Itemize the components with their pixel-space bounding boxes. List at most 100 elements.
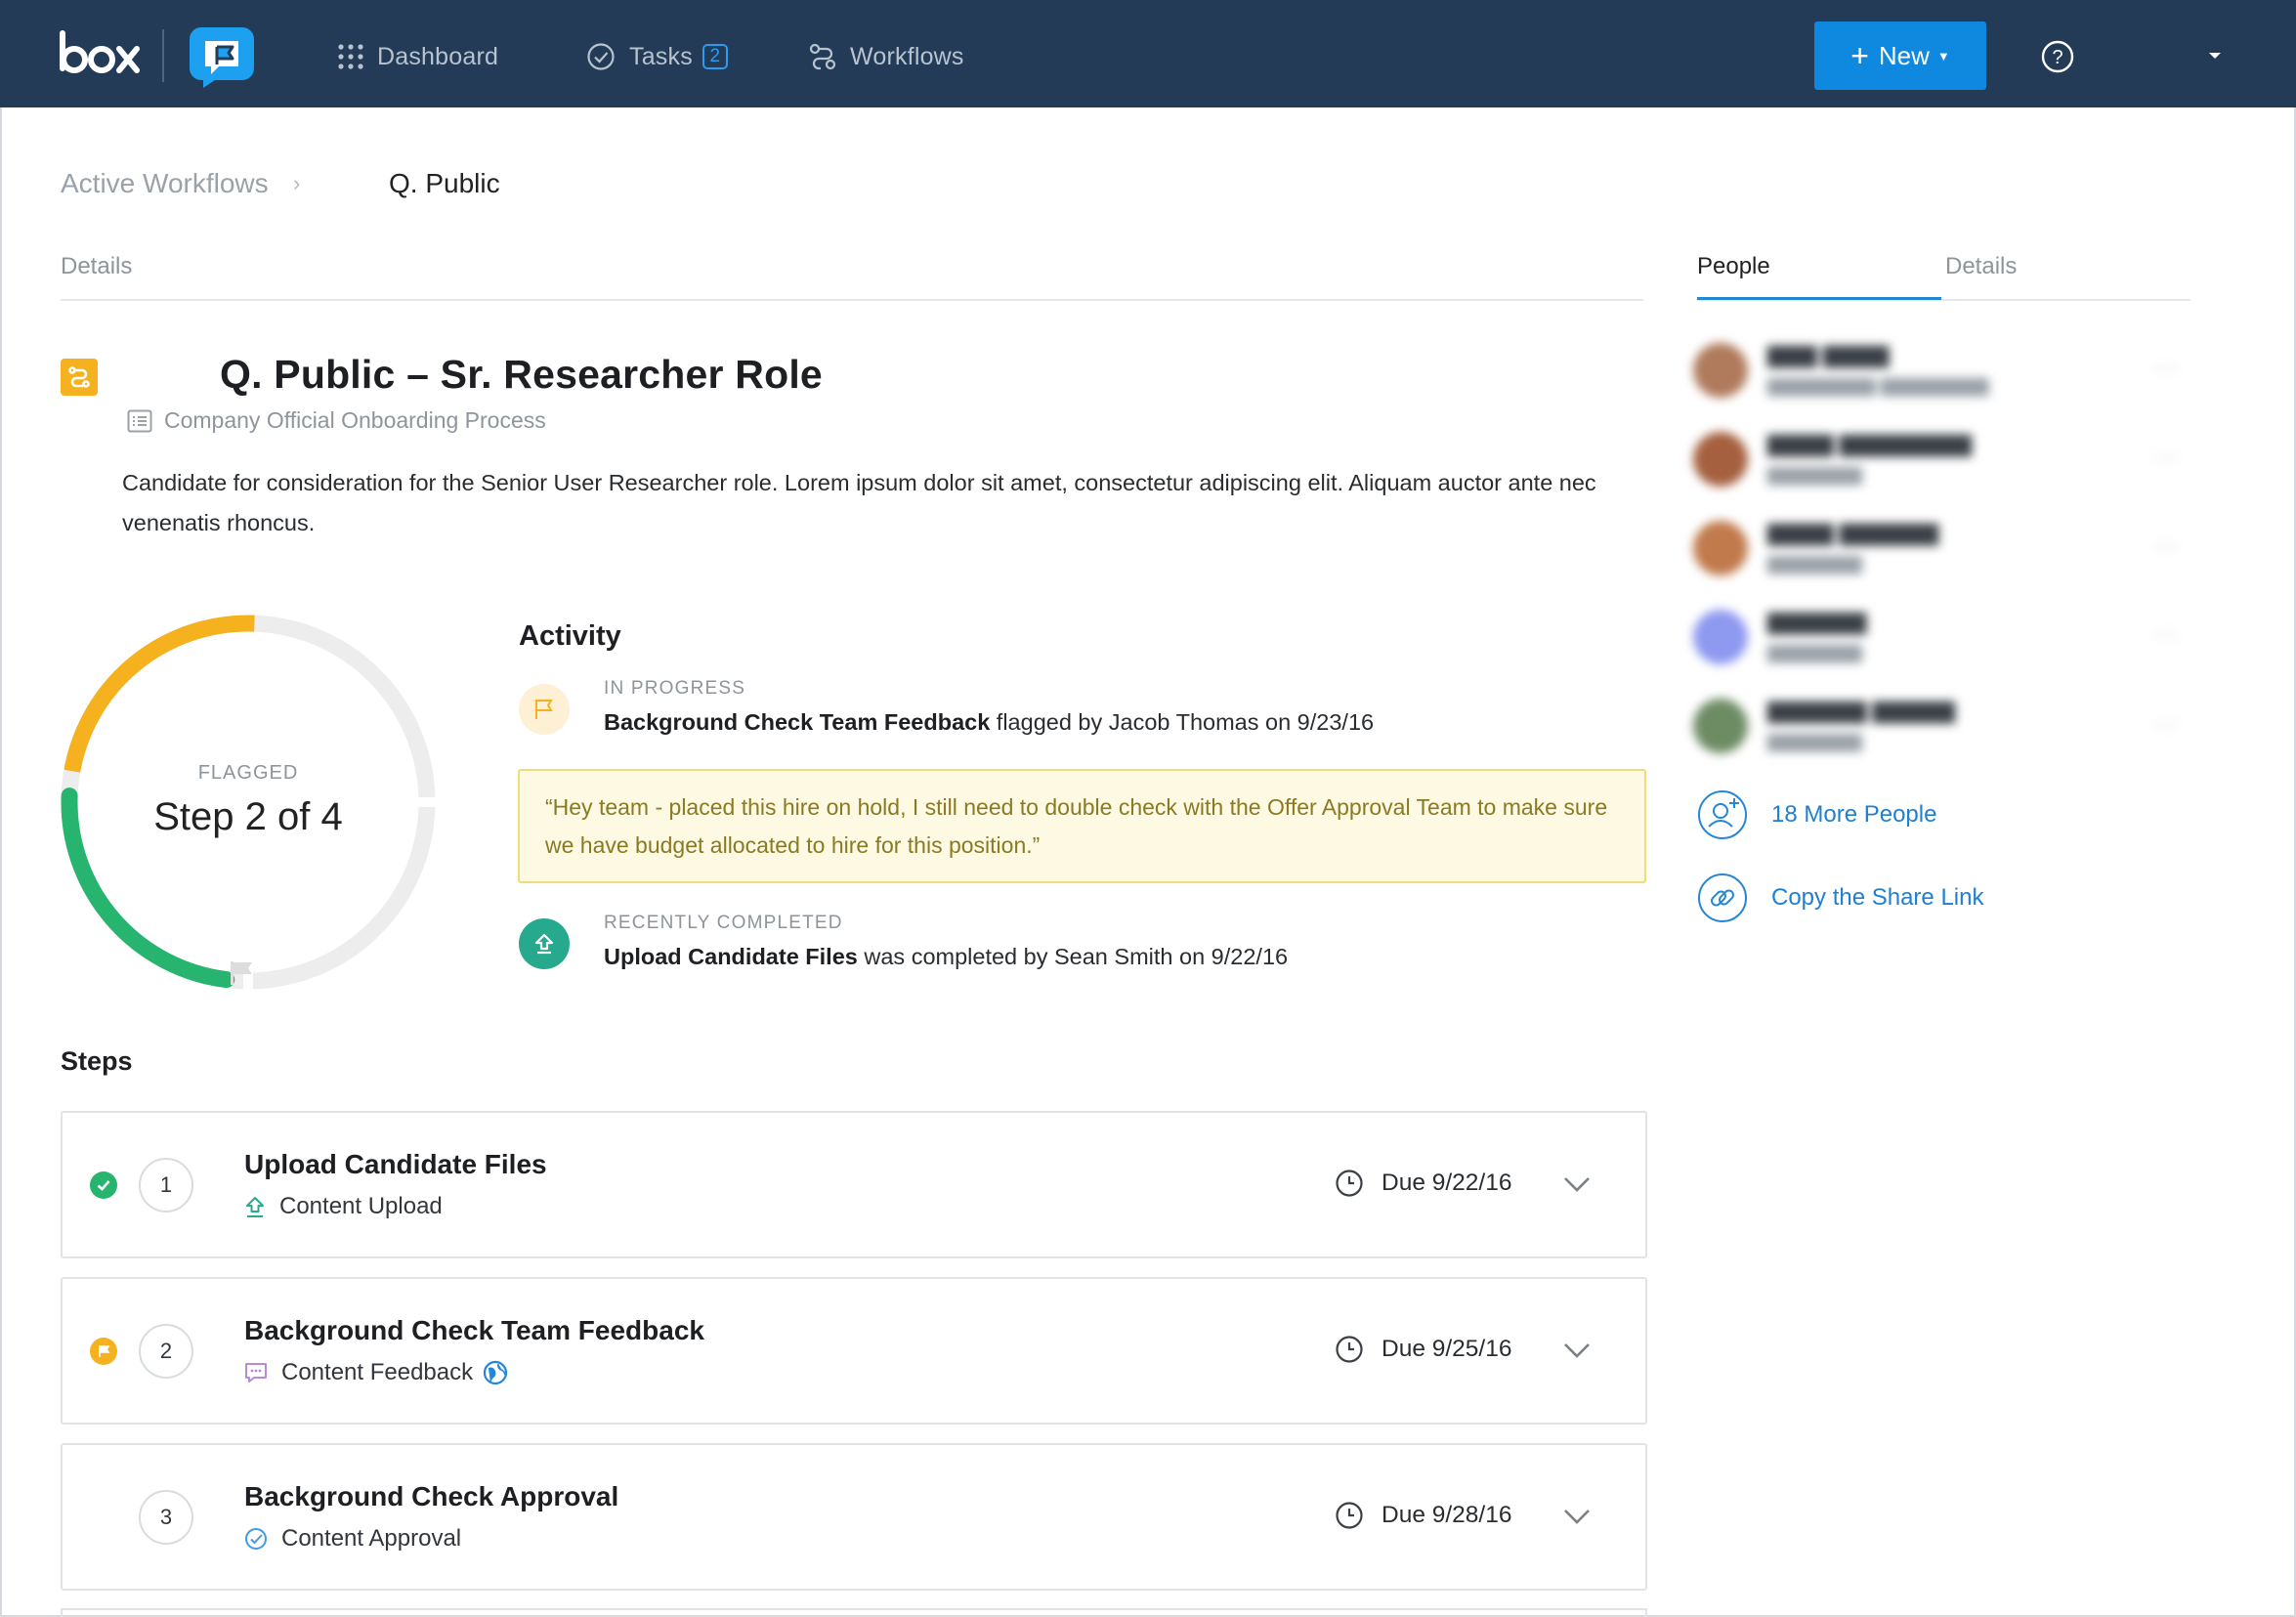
breadcrumb-current: Q. Public [389, 168, 500, 198]
person-role-blurred: ▇▇▇▇▇▇▇ [1767, 643, 1862, 662]
share-link-label: Copy the Share Link [1771, 884, 1984, 911]
avatar [1693, 343, 1748, 398]
add-person-icon [1698, 790, 1747, 839]
share-link-button[interactable]: Copy the Share Link [1697, 872, 1983, 923]
activity-detail: flagged by Jacob Thomas on 9/23/16 [990, 709, 1375, 735]
person-row[interactable]: ▇▇▇▇▇▇ ▇▇▇▇▇ ▇▇▇▇▇▇▇ ⋯ [1693, 693, 2191, 761]
link-icon [1698, 873, 1747, 922]
chevron-down-icon[interactable] [1563, 1175, 1591, 1193]
activity-flag-icon [519, 684, 570, 735]
plus-icon: + [1850, 38, 1869, 73]
activity-step-link[interactable]: Upload Candidate Files [604, 944, 858, 969]
nav-dashboard[interactable]: Dashboard [338, 39, 498, 74]
caret-down-icon: ▼ [1936, 48, 1950, 64]
clock-icon [1336, 1170, 1363, 1197]
person-role-blurred: ▇▇▇▇▇▇▇ [1767, 465, 1862, 485]
active-tab-indicator [1697, 297, 1941, 300]
top-navigation-bar: Dashboard Tasks 2 Workflows + New ▼ ? [0, 0, 2296, 107]
breadcrumb-active-workflows[interactable]: Active Workflows [61, 168, 269, 199]
approval-check-icon [245, 1528, 267, 1550]
step-due-date: Due 9/25/16 [1335, 1335, 1512, 1364]
check-circle-icon [587, 43, 615, 70]
breadcrumb-separator-icon: › [293, 171, 301, 195]
due-text: Due 9/22/16 [1382, 1170, 1512, 1196]
nav-dashboard-label: Dashboard [377, 42, 499, 70]
list-document-icon [127, 409, 152, 432]
flagged-icon [90, 1338, 117, 1365]
clock-icon [1336, 1502, 1363, 1529]
comment-icon [245, 1363, 267, 1383]
upload-icon [246, 1197, 264, 1217]
help-icon[interactable]: ? [2041, 40, 2074, 73]
person-row[interactable]: ▇▇▇▇ ▇▇▇▇▇▇ ▇▇▇▇▇▇▇ ⋯ [1693, 515, 2191, 583]
activity-step-link[interactable]: Background Check Team Feedback [604, 709, 990, 735]
new-button-label: New [1878, 40, 1930, 70]
progress-step: Step 2 of 4 [153, 795, 343, 838]
activity-status: IN PROGRESS [604, 678, 746, 699]
tab-details[interactable]: Details [1945, 253, 2017, 280]
activity-detail: was completed by Sean Smith on 9/22/16 [857, 944, 1289, 969]
step-name: Background Check Approval [244, 1481, 619, 1511]
step-number: 3 [139, 1490, 193, 1545]
logo-divider [162, 29, 164, 82]
chevron-down-icon[interactable] [1563, 1508, 1591, 1525]
step-type-label: Content Feedback [281, 1359, 474, 1385]
avatar [1693, 610, 1748, 664]
workflow-template-name: Company Official Onboarding Process [127, 407, 546, 434]
new-button[interactable]: + New ▼ [1814, 21, 1986, 90]
person-name-blurred: ▇▇▇ ▇▇▇▇ [1767, 343, 1890, 367]
due-text: Due 9/25/16 [1382, 1336, 1512, 1362]
step-card-partial[interactable] [61, 1608, 1647, 1617]
person-name-blurred: ▇▇▇▇▇▇ ▇▇▇▇▇ [1767, 699, 1956, 723]
person-row[interactable]: ▇▇▇▇ ▇▇▇▇▇▇▇▇ ▇▇▇▇▇▇▇ ⋯ [1693, 426, 2191, 494]
step-type: Content Approval [244, 1525, 461, 1553]
activity-heading: Activity [519, 620, 621, 652]
step-type: Content Feedback [244, 1359, 522, 1386]
more-people-label: 18 More People [1771, 801, 1937, 828]
account-menu-caret-icon[interactable] [2208, 51, 2222, 61]
more-icon[interactable]: ⋯ [2154, 621, 2178, 650]
tab-details-main[interactable]: Details [61, 253, 132, 280]
progress-arc-flagged [64, 615, 255, 773]
globe-icon [484, 1360, 508, 1385]
grid-icon [338, 44, 363, 69]
app-chat-icon[interactable] [190, 27, 254, 88]
step-number: 1 [139, 1158, 193, 1213]
step-due-date: Due 9/28/16 [1335, 1501, 1512, 1530]
step-due-date: Due 9/22/16 [1335, 1169, 1512, 1198]
tab-people[interactable]: People [1697, 253, 1770, 280]
step-card[interactable]: 1 Upload Candidate Files Content Upload … [61, 1111, 1647, 1258]
step-name: Background Check Team Feedback [244, 1315, 704, 1345]
subtitle-text: Company Official Onboarding Process [164, 407, 546, 433]
box-logo[interactable] [59, 29, 141, 76]
step-type-label: Content Approval [281, 1525, 462, 1552]
nav-tasks[interactable]: Tasks 2 [586, 39, 728, 74]
step-type-label: Content Upload [279, 1193, 443, 1219]
activity-status: RECENTLY COMPLETED [604, 913, 843, 933]
person-name-blurred: ▇▇▇▇ ▇▇▇▇▇▇ [1767, 521, 1939, 545]
nav-workflows[interactable]: Workflows [809, 39, 964, 74]
more-icon[interactable]: ⋯ [2154, 444, 2178, 472]
more-icon[interactable]: ⋯ [2154, 355, 2178, 383]
person-name-blurred: ▇▇▇▇▇▇ [1767, 610, 1867, 634]
chevron-down-icon[interactable] [1563, 1341, 1591, 1359]
person-role-blurred: ▇▇▇▇▇▇▇ [1767, 732, 1862, 751]
more-icon[interactable]: ⋯ [2154, 532, 2178, 561]
nav-tasks-label: Tasks [629, 42, 693, 70]
due-text: Due 9/28/16 [1382, 1502, 1512, 1528]
workflow-type-icon [61, 359, 98, 396]
more-icon[interactable]: ⋯ [2154, 710, 2178, 739]
person-row[interactable]: ▇▇▇ ▇▇▇▇ ▇▇▇▇▇▇▇▇ ▇▇▇▇▇▇▇▇ ⋯ [1693, 337, 2191, 405]
activity-upload-icon [519, 918, 570, 969]
svg-text:?: ? [2052, 47, 2062, 68]
step-card[interactable]: 3 Background Check Approval Content Appr… [61, 1443, 1647, 1591]
avatar [1693, 521, 1748, 575]
more-people-link[interactable]: 18 More People [1697, 789, 1936, 840]
person-role-blurred: ▇▇▇▇▇▇▇▇ ▇▇▇▇▇▇▇▇ [1767, 376, 1989, 396]
step-card[interactable]: 2 Background Check Team Feedback Content… [61, 1277, 1647, 1425]
person-row[interactable]: ▇▇▇▇▇▇ ▇▇▇▇▇▇▇ ⋯ [1693, 604, 2191, 672]
progress-status: FLAGGED [197, 762, 299, 784]
activity-comment: “Hey team - placed this hire on hold, I … [518, 769, 1646, 883]
step-type: Content Upload [244, 1193, 443, 1220]
step-name: Upload Candidate Files [244, 1149, 547, 1179]
